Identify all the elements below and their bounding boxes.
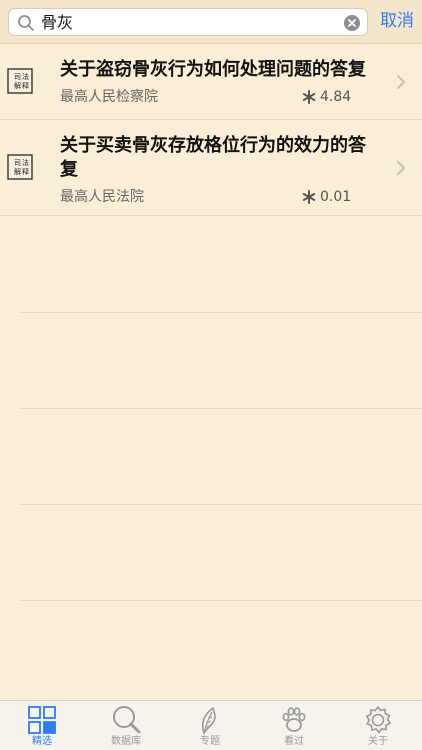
tab-topics[interactable]: 专题 bbox=[168, 701, 252, 750]
row-divider bbox=[20, 600, 422, 601]
chevron-right-icon bbox=[397, 161, 405, 175]
row-divider bbox=[20, 408, 422, 409]
result-score: 0.01 bbox=[320, 189, 352, 205]
search-box[interactable]: 骨灰 bbox=[8, 8, 368, 36]
search-input[interactable]: 骨灰 bbox=[41, 13, 73, 33]
tab-database[interactable]: 数据库 bbox=[84, 701, 168, 750]
svg-text:司: 司 bbox=[14, 73, 21, 81]
result-title: 关于盗窃骨灰行为如何处理问题的答复 bbox=[60, 59, 366, 80]
svg-text:释: 释 bbox=[22, 168, 29, 176]
result-row[interactable]: 司 法 解 释 关于盗窃骨灰行为如何处理问题的答复 最高人民检察院 4.84 bbox=[0, 44, 422, 120]
asterisk-icon bbox=[302, 190, 316, 204]
tab-label: 数据库 bbox=[111, 736, 141, 747]
svg-text:释: 释 bbox=[22, 82, 29, 90]
svg-text:法: 法 bbox=[22, 158, 29, 167]
result-score: 4.84 bbox=[320, 89, 352, 105]
gear-icon bbox=[365, 705, 392, 734]
result-title: 关于买卖骨灰存放格位行为的效力的答复 bbox=[60, 135, 366, 180]
svg-text:司: 司 bbox=[14, 159, 21, 167]
clear-icon bbox=[348, 19, 356, 27]
svg-text:法: 法 bbox=[22, 72, 29, 81]
tab-featured[interactable]: 精选 bbox=[0, 701, 84, 750]
tab-viewed[interactable]: 看过 bbox=[252, 701, 336, 750]
judicial-interpretation-icon: 司 法 解 释 bbox=[7, 68, 33, 94]
tab-about[interactable]: 关于 bbox=[336, 701, 420, 750]
search-header: 骨灰 取消 bbox=[0, 0, 422, 44]
svg-text:解: 解 bbox=[14, 81, 21, 90]
judicial-interpretation-icon: 司 法 解 释 bbox=[7, 154, 33, 180]
magnifier-icon bbox=[113, 706, 141, 734]
row-divider bbox=[20, 504, 422, 505]
result-source: 最高人民检察院 bbox=[60, 89, 158, 105]
leaf-icon bbox=[201, 706, 216, 735]
grid-icon bbox=[28, 706, 56, 734]
result-source: 最高人民法院 bbox=[60, 189, 144, 205]
row-divider bbox=[20, 312, 422, 313]
asterisk-icon bbox=[302, 90, 316, 104]
clear-search-button[interactable] bbox=[344, 15, 360, 31]
chevron-right-icon bbox=[397, 75, 405, 89]
tab-label: 看过 bbox=[284, 736, 304, 747]
tab-label: 关于 bbox=[368, 736, 388, 747]
svg-text:解: 解 bbox=[14, 167, 21, 176]
cancel-button[interactable]: 取消 bbox=[380, 10, 414, 32]
tab-bar: 精选 数据库 专题 看过 关于 bbox=[0, 700, 422, 750]
tab-label: 精选 bbox=[32, 736, 52, 747]
paw-icon bbox=[282, 707, 306, 732]
tab-label: 专题 bbox=[200, 736, 220, 747]
search-icon bbox=[18, 15, 34, 31]
result-row[interactable]: 司 法 解 释 关于买卖骨灰存放格位行为的效力的答复 最高人民法院 0.01 bbox=[0, 120, 422, 216]
results-list: 司 法 解 释 关于盗窃骨灰行为如何处理问题的答复 最高人民检察院 4.84 司… bbox=[0, 44, 422, 216]
